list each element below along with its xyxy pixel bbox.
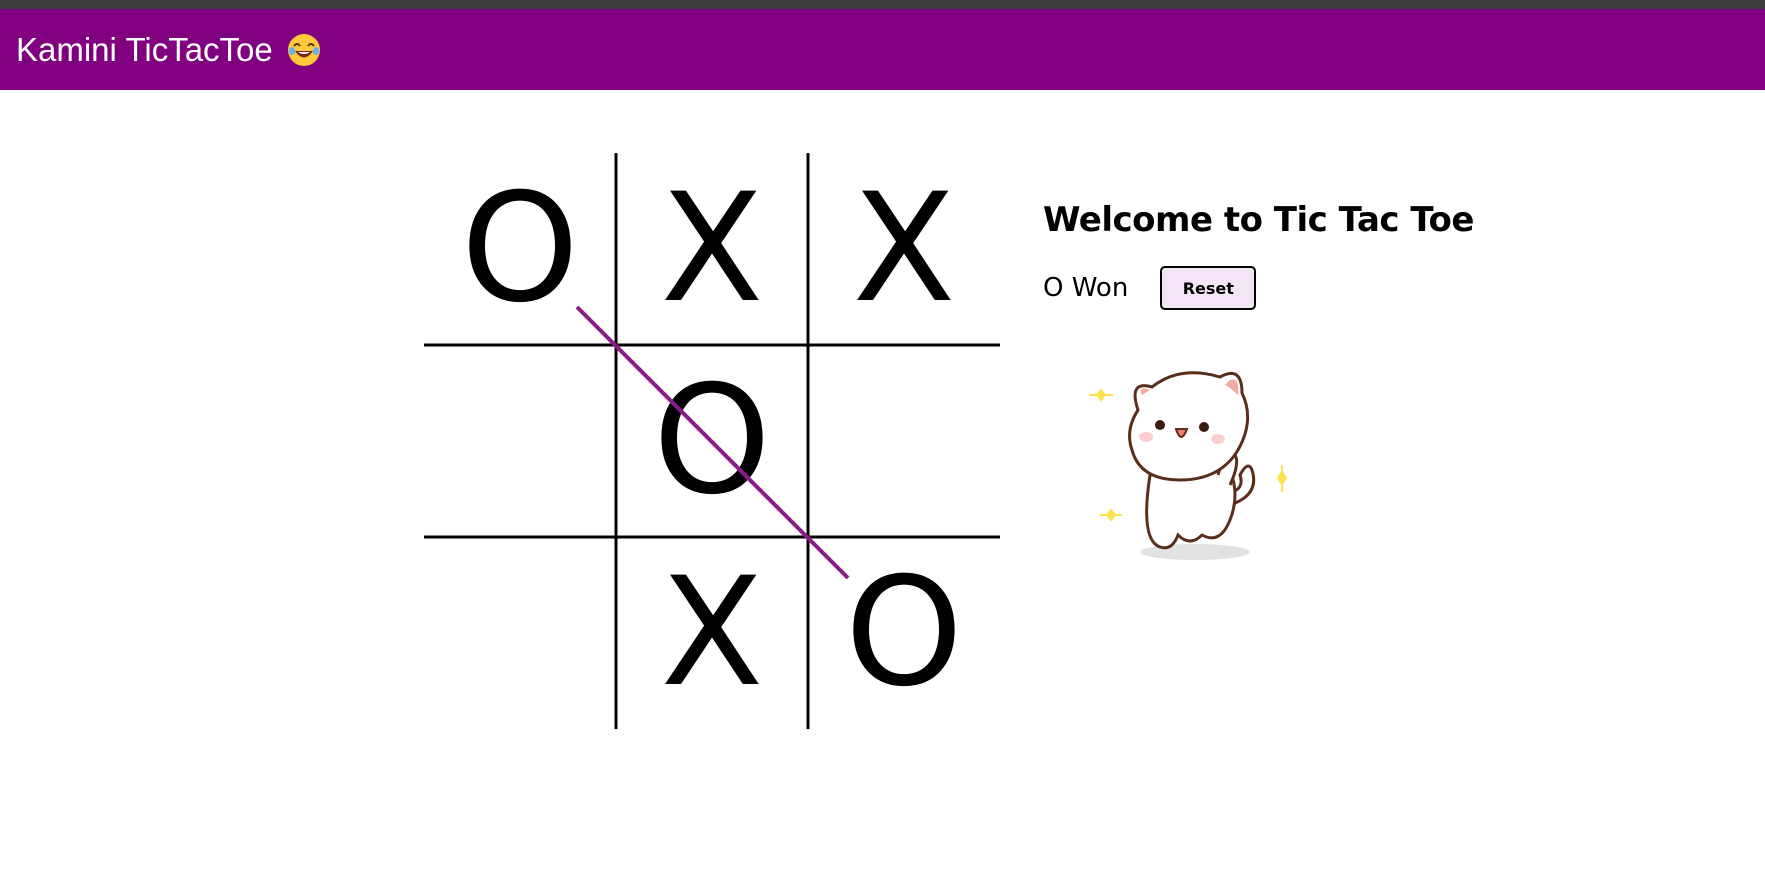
reset-button[interactable]: Reset [1160,266,1257,310]
board-cell-9[interactable]: O [808,537,1000,729]
app-bar: Kamini TicTacToe [0,9,1765,90]
board-cell-5[interactable]: O [616,345,808,537]
board-cell-8[interactable]: X [616,537,808,729]
info-panel: Welcome to Tic Tac Toe O Won Reset [1043,200,1474,310]
cat-sticker-icon [1080,355,1300,565]
status-row: O Won Reset [1043,266,1474,310]
game-status: O Won [1043,273,1129,303]
board-cell-6[interactable] [808,345,1000,537]
board-cell-2[interactable]: X [616,153,808,345]
window-top-strip [0,0,1765,9]
board-cell-7[interactable] [424,537,616,729]
board-cell-1[interactable]: O [424,153,616,345]
board-cell-4[interactable] [424,345,616,537]
app-title-text: Kamini TicTacToe [16,30,273,68]
board-cell-3[interactable]: X [808,153,1000,345]
app-title: Kamini TicTacToe [16,31,321,69]
laughing-face-icon [287,33,321,67]
welcome-heading: Welcome to Tic Tac Toe [1043,200,1474,240]
game-board: O X X O X O [424,153,1000,729]
